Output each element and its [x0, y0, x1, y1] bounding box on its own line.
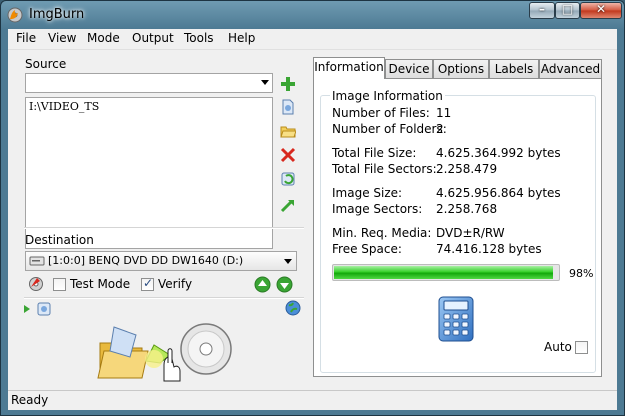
expand-arrow-icon[interactable] — [23, 304, 31, 314]
info-value-files: 11 — [436, 106, 452, 120]
info-label-files: Number of Files: — [332, 106, 430, 120]
log-icon[interactable] — [37, 302, 51, 316]
verify-label: Verify — [158, 277, 193, 291]
info-label-total-file-size: Total File Size: — [332, 146, 417, 160]
destination-drive: [1:0:0] BENQ DVD DD DW1640 (D:) — [48, 254, 244, 267]
auto-label: Auto — [544, 340, 572, 354]
add-file-icon[interactable] — [280, 76, 296, 92]
image-information-title: Image Information — [330, 89, 445, 103]
menu-help[interactable]: Help — [228, 31, 255, 45]
speed-up-icon[interactable] — [254, 276, 271, 293]
disc-usage-progress — [332, 264, 560, 281]
tab-labels[interactable]: Labels — [489, 59, 539, 79]
minimize-button[interactable]: – — [529, 2, 555, 19]
close-icon: ✕ — [595, 2, 607, 16]
info-value-total-file-sectors: 2.258.479 — [436, 162, 498, 176]
info-label-free-space: Free Space: — [332, 242, 402, 256]
auto-checkbox[interactable] — [575, 341, 588, 354]
menu-tools[interactable]: Tools — [184, 31, 214, 45]
menu-view[interactable]: View — [48, 31, 76, 45]
info-label-image-sectors: Image Sectors: — [332, 202, 423, 216]
globe-icon[interactable] — [285, 300, 301, 316]
info-value-image-sectors: 2.258.768 — [436, 202, 498, 216]
info-value-image-size: 4.625.956.864 bytes — [436, 186, 561, 200]
calculate-icon[interactable] — [280, 197, 296, 213]
tab-advanced[interactable]: Advanced — [539, 59, 602, 79]
disc-usage-percent: 98% — [569, 267, 594, 280]
maximize-button[interactable]: □ — [555, 2, 580, 19]
disc-usage-fill — [334, 266, 554, 279]
imgburn-window: ImgBurn – □ ✕ File View Mode Output Tool… — [0, 0, 625, 416]
menu-output[interactable]: Output — [132, 31, 174, 45]
info-label-total-file-sectors: Total File Sectors: — [332, 162, 437, 176]
maximize-icon: □ — [561, 2, 574, 16]
source-combo[interactable] — [25, 73, 273, 93]
calculator-icon[interactable] — [436, 295, 476, 343]
info-value-folders: 2 — [436, 122, 444, 136]
refresh-icon[interactable] — [280, 171, 296, 187]
drive-icon — [29, 256, 45, 266]
client-area: File View Mode Output Tools Help Source … — [8, 29, 617, 410]
tab-device[interactable]: Device — [385, 59, 433, 79]
tab-options[interactable]: Options — [433, 59, 489, 79]
remove-icon[interactable] — [280, 147, 296, 163]
window-title: ImgBurn — [29, 7, 85, 22]
menu-bar: File View Mode Output Tools Help — [8, 29, 617, 50]
status-text: Ready — [11, 393, 49, 407]
browse-folder-icon[interactable] — [280, 123, 296, 139]
info-label-folders: Number of Folders: — [332, 122, 447, 136]
destination-combo[interactable]: [1:0:0] BENQ DVD DD DW1640 (D:) — [25, 251, 297, 271]
verify-checkbox[interactable] — [141, 276, 154, 291]
menu-file[interactable]: File — [16, 31, 36, 45]
close-button[interactable]: ✕ — [580, 2, 622, 19]
browse-file-icon[interactable] — [280, 99, 296, 115]
speed-down-icon[interactable] — [276, 276, 293, 293]
info-value-free-space: 74.416.128 bytes — [436, 242, 542, 256]
destination-label: Destination — [25, 233, 94, 247]
info-value-min-media: DVD±R/RW — [436, 226, 505, 240]
separator — [24, 227, 304, 229]
chevron-down-icon[interactable] — [284, 259, 292, 264]
title-bar[interactable]: ImgBurn – □ ✕ — [1, 1, 624, 29]
test-mode-checkbox[interactable] — [53, 278, 66, 291]
info-label-min-media: Min. Req. Media: — [332, 226, 432, 240]
minimize-icon: – — [539, 2, 545, 16]
menu-mode[interactable]: Mode — [87, 31, 120, 45]
build-button[interactable] — [96, 313, 236, 385]
test-mode-label: Test Mode — [70, 277, 131, 291]
status-bar: Ready — [8, 390, 617, 410]
source-label: Source — [25, 57, 67, 71]
separator — [24, 297, 304, 299]
list-item[interactable]: I:\VIDEO_TS — [29, 100, 99, 113]
info-label-image-size: Image Size: — [332, 186, 403, 200]
eject-disc-icon[interactable] — [28, 276, 44, 292]
info-value-total-file-size: 4.625.364.992 bytes — [436, 146, 561, 160]
chevron-down-icon[interactable] — [261, 80, 269, 85]
tab-information[interactable]: Information — [313, 57, 385, 79]
imgburn-app-icon — [7, 7, 23, 23]
